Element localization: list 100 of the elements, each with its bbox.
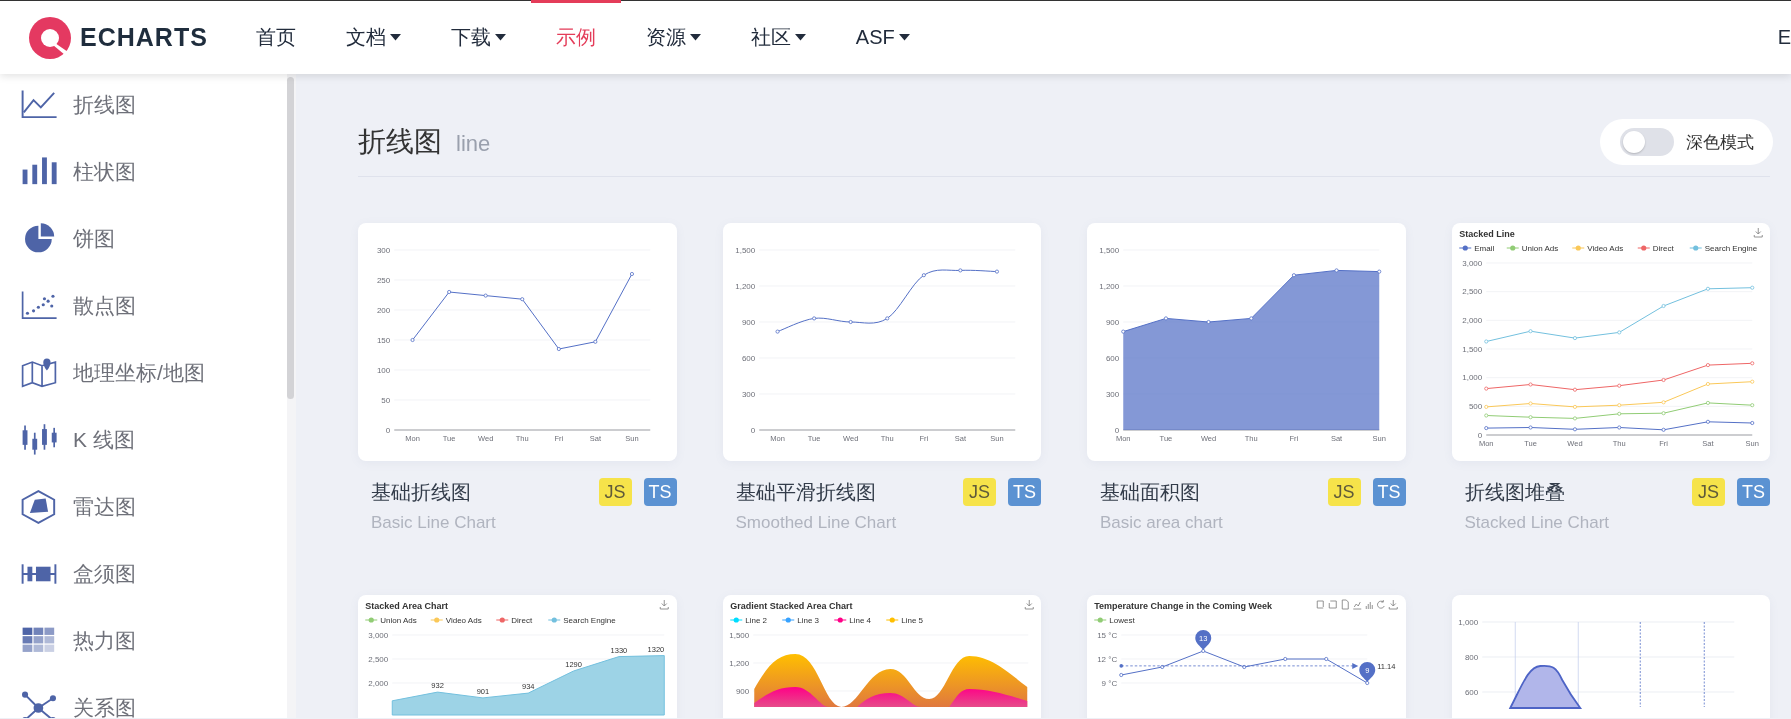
legend-marker[interactable] <box>885 617 899 623</box>
legend-label[interactable]: Direct <box>1652 243 1674 253</box>
legend-label[interactable]: Line 5 <box>900 615 923 625</box>
data-point <box>1283 657 1288 661</box>
axis-tick-label: 1,000 <box>1457 617 1478 627</box>
sidebar-item[interactable]: K 线图 <box>0 409 287 476</box>
chart-thumbnail[interactable]: Gradient Stacked Area Chart Line 2 Line 3 Line 4 Line 5 1,500 1,200 900 <box>722 595 1041 718</box>
logo-text[interactable]: ECHARTS <box>80 23 208 52</box>
legend-marker[interactable] <box>1458 245 1472 251</box>
download-icon[interactable] <box>659 599 669 610</box>
legend-marker[interactable] <box>729 617 743 623</box>
legend-marker[interactable] <box>547 617 561 623</box>
nav-link[interactable]: 文档 <box>320 0 426 73</box>
javascript-link[interactable]: JS <box>1327 478 1361 506</box>
sidebar-item[interactable]: 雷达图 <box>0 476 287 543</box>
sidebar-item[interactable]: 关系图 <box>0 677 287 718</box>
legend-marker[interactable] <box>430 617 444 623</box>
axis-tick-label: 2,000 <box>368 678 389 688</box>
data-point <box>884 316 889 321</box>
document-icon[interactable] <box>1341 599 1349 610</box>
axis-tick-label: 900 <box>741 317 755 327</box>
sidebar-item[interactable]: 散点图 <box>0 275 287 342</box>
axis-tick-label: 9 °C <box>1101 678 1118 688</box>
nav-link[interactable]: 资源 <box>620 0 726 73</box>
data-point <box>1483 426 1488 431</box>
axis-tick-label: 1,500 <box>728 630 749 640</box>
sidebar-item[interactable]: 饼图 <box>0 208 287 275</box>
download-icon[interactable] <box>1388 599 1398 610</box>
data-point <box>1705 400 1710 405</box>
sidebar-item[interactable]: 柱状图 <box>0 141 287 208</box>
sidebar-item[interactable]: 折线图 <box>0 74 287 141</box>
javascript-link[interactable]: JS <box>598 478 632 506</box>
card-subtitle: Basic Line Chart <box>370 513 497 533</box>
bar-chart-icon[interactable] <box>1365 601 1373 610</box>
sidebar-item[interactable]: 盒须图 <box>0 543 287 610</box>
javascript-link[interactable]: JS <box>1692 478 1725 506</box>
axis-tick-label: 3,000 <box>1461 258 1482 268</box>
data-point <box>1528 329 1533 334</box>
zoom-icon[interactable] <box>1316 600 1324 609</box>
data-point <box>1572 387 1577 392</box>
zoom-reset-icon[interactable] <box>1328 600 1337 609</box>
legend-label[interactable]: Video Ads <box>445 615 482 625</box>
legend-label[interactable]: Video Ads <box>1586 243 1623 253</box>
refresh-icon[interactable] <box>1377 599 1385 609</box>
legend-marker[interactable] <box>495 617 509 623</box>
legend-label[interactable]: Union Ads <box>380 615 417 625</box>
card-title[interactable]: 基础折线图 <box>371 478 471 506</box>
dark-mode-label: 深色模式 <box>1686 131 1754 154</box>
sidebar-item[interactable]: 地理坐标/地图 <box>0 342 287 409</box>
download-icon[interactable] <box>1024 599 1034 610</box>
axis-tick-label: 800 <box>1464 652 1478 662</box>
nav-link[interactable]: 首页 <box>230 0 321 73</box>
legend-label[interactable]: Email <box>1473 243 1494 253</box>
download-icon[interactable] <box>1753 227 1763 238</box>
axis-tick-label: 900 <box>735 686 749 696</box>
candlestick-icon <box>20 422 58 457</box>
data-point <box>1749 403 1754 408</box>
chart-title: Gradient Stacked Area Chart <box>729 601 852 611</box>
axis-tick-label: 200 <box>376 305 391 315</box>
legend-marker[interactable] <box>364 617 378 623</box>
card-title[interactable]: 基础平滑折线图 <box>735 478 876 506</box>
line-chart-icon[interactable] <box>1352 601 1362 610</box>
legend-marker[interactable] <box>833 617 847 623</box>
legend-label[interactable]: Line 3 <box>796 615 819 625</box>
data-point <box>1528 401 1533 406</box>
nav-link[interactable]: 社区 <box>725 0 831 73</box>
legend-label[interactable]: Line 2 <box>744 615 767 625</box>
axis-tick-label: 50 <box>381 395 391 405</box>
card-subtitle: Stacked Line Chart <box>1463 513 1611 533</box>
legend-label[interactable]: Lowest <box>1109 615 1135 625</box>
data-point <box>1201 649 1206 653</box>
data-point <box>1749 379 1754 384</box>
legend-marker[interactable] <box>1093 617 1107 623</box>
data-point <box>1749 285 1754 290</box>
language-link[interactable]: E <box>1777 26 1791 49</box>
legend-label[interactable]: Union Ads <box>1521 243 1558 253</box>
data-point <box>1249 316 1254 321</box>
javascript-link[interactable]: JS <box>963 478 996 506</box>
data-point <box>1483 339 1488 344</box>
legend-marker[interactable] <box>1688 245 1702 251</box>
dark-mode-switch[interactable] <box>1620 128 1674 156</box>
legend-marker[interactable] <box>781 617 795 623</box>
nav-link[interactable]: 下载 <box>425 0 531 73</box>
legend-label[interactable]: Direct <box>511 615 533 625</box>
axis-tick-label: 2,000 <box>1461 316 1482 326</box>
legend-marker[interactable] <box>1636 245 1650 251</box>
card-title[interactable]: 折线图堆叠 <box>1464 478 1565 506</box>
legend-marker[interactable] <box>1505 245 1519 251</box>
data-point <box>1661 304 1666 308</box>
legend-label[interactable]: Search Engine <box>563 615 616 625</box>
data-point <box>848 320 853 324</box>
legend-marker[interactable] <box>1571 245 1585 251</box>
legend-label[interactable]: Line 4 <box>848 615 871 625</box>
sidebar-item[interactable]: 热力图 <box>0 610 287 677</box>
scrollbar[interactable] <box>287 77 294 399</box>
nav-link[interactable]: ASF <box>830 0 935 73</box>
chart-thumbnail[interactable]: 1,000 800 600 <box>1451 595 1770 718</box>
card-title[interactable]: 基础面积图 <box>1100 478 1200 506</box>
data-point <box>1661 378 1666 382</box>
legend-label[interactable]: Search Engine <box>1704 243 1757 253</box>
